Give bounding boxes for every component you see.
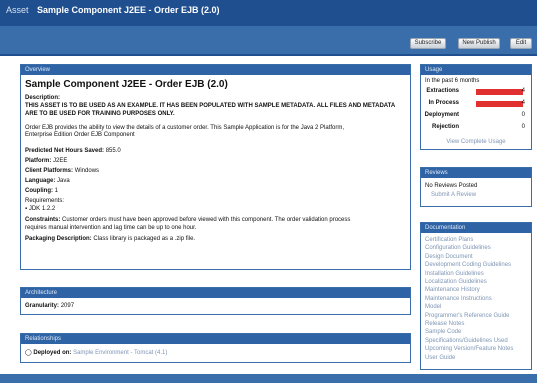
usage-period: In the past 6 months — [425, 78, 480, 84]
documentation-link[interactable]: Design Document — [421, 253, 531, 261]
title-bar: Asset Sample Component J2EE - Order EJB … — [0, 0, 537, 26]
usage-heading: Usage — [421, 65, 531, 75]
documentation-link[interactable]: Maintenance Instructions — [421, 295, 531, 303]
usage-row-value: 0 — [521, 124, 525, 130]
deployed-on-link[interactable]: Sample Environment - Tomcat (4.1) — [73, 350, 167, 356]
architecture-heading: Architecture — [21, 288, 410, 298]
overview-panel: Overview Sample Component J2EE - Order E… — [20, 64, 411, 270]
deployed-on-field: ◯ Deployed on: Sample Environment - Tomc… — [25, 350, 168, 356]
edit-button[interactable]: Edit — [510, 38, 532, 49]
documentation-link[interactable]: Installation Guidelines — [421, 270, 531, 278]
usage-row: In Process 4 — [425, 99, 527, 108]
usage-row-label: Extractions — [426, 88, 459, 94]
documentation-link[interactable]: Maintenance History — [421, 286, 531, 294]
usage-row-label: Deployment — [424, 112, 459, 118]
usage-row-value: 0 — [521, 112, 525, 118]
hours-field: Predicted Net Hours Saved: 855.0 — [25, 148, 121, 154]
reviews-heading: Reviews — [421, 168, 531, 178]
requirements-item: ▪ JDK 1.2.2 — [25, 206, 56, 212]
requirements-label: Requirements: — [25, 198, 65, 204]
overview-title: Sample Component J2EE - Order EJB (2.0) — [25, 79, 228, 90]
language-field: Language: Java — [25, 178, 70, 184]
bullet-icon: ▪ — [25, 206, 28, 212]
documentation-link[interactable]: Certification Plans — [421, 236, 531, 244]
asset-name: Sample Component J2EE - Order EJB (2.0) — [37, 5, 220, 15]
view-complete-usage-link[interactable]: View Complete Usage — [425, 138, 527, 146]
documentation-link[interactable]: Model — [421, 303, 531, 311]
toolbar: Subscribe New Publish Edit — [0, 26, 537, 56]
documentation-link[interactable]: Localization Guidelines — [421, 278, 531, 286]
no-reviews-text: No Reviews Posted — [425, 183, 478, 189]
usage-row: Deployment 0 — [425, 111, 527, 120]
constraints-field: Constraints: Customer orders must have b… — [25, 217, 351, 223]
usage-row-value: 4 — [521, 100, 525, 106]
documentation-link[interactable]: Release Notes — [421, 320, 531, 328]
submit-review-link[interactable]: Submit A Review — [425, 191, 527, 199]
bottom-bar — [0, 374, 537, 383]
usage-row-value: 4 — [521, 88, 525, 94]
description-label: Description: — [25, 95, 61, 101]
usage-row-label: Rejection — [431, 124, 459, 130]
documentation-link[interactable]: Specifications/Guidelines Used — [421, 337, 531, 345]
usage-bar — [476, 101, 523, 107]
asset-label: Asset — [6, 5, 29, 15]
architecture-panel: Architecture Granularity: 2097 — [20, 287, 411, 315]
documentation-link[interactable]: Sample Code — [421, 328, 531, 336]
granularity-field: Granularity: 2097 — [25, 303, 75, 309]
packaging-field: Packaging Description: Class library is … — [25, 236, 196, 242]
description-notice: THIS ASSET IS TO BE USED AS AN EXAMPLE. … — [25, 103, 396, 117]
usage-row: Rejection 0 — [425, 123, 527, 132]
coupling-field: Coupling: 1 — [25, 188, 59, 194]
new-publish-button[interactable]: New Publish — [458, 38, 500, 49]
documentation-link[interactable]: Configuration Guidelines — [421, 244, 531, 252]
documentation-link[interactable]: Upcoming Version/Feature Notes — [421, 345, 531, 353]
documentation-panel: Documentation Certification Plans Configu… — [420, 222, 532, 370]
relationships-panel: Relationships ◯ Deployed on: Sample Envi… — [20, 333, 411, 363]
platform-field: Platform: J2EE — [25, 158, 68, 164]
usage-panel: Usage In the past 6 months Extractions 4 I… — [420, 64, 532, 150]
circle-icon: ◯ — [25, 350, 32, 356]
usage-row-label: In Process — [428, 100, 459, 106]
description-body-2: Enterprise Edition Order EJB Component — [25, 132, 135, 138]
constraints-continued: requires manual intervention and lag tim… — [25, 225, 197, 231]
documentation-heading: Documentation — [421, 223, 531, 233]
relationships-heading: Relationships — [21, 334, 410, 344]
documentation-link[interactable]: User Guide — [421, 354, 531, 362]
usage-row: Extractions 4 — [425, 87, 527, 96]
documentation-link[interactable]: Development Coding Guidelines — [421, 261, 531, 269]
client-platforms-field: Client Platforms: Windows — [25, 168, 100, 174]
reviews-panel: Reviews No Reviews Posted Submit A Revie… — [420, 167, 532, 207]
subscribe-button[interactable]: Subscribe — [410, 38, 446, 49]
usage-bar — [476, 89, 523, 95]
documentation-link[interactable]: Programmer's Reference Guide — [421, 312, 531, 320]
overview-heading: Overview — [21, 65, 410, 75]
